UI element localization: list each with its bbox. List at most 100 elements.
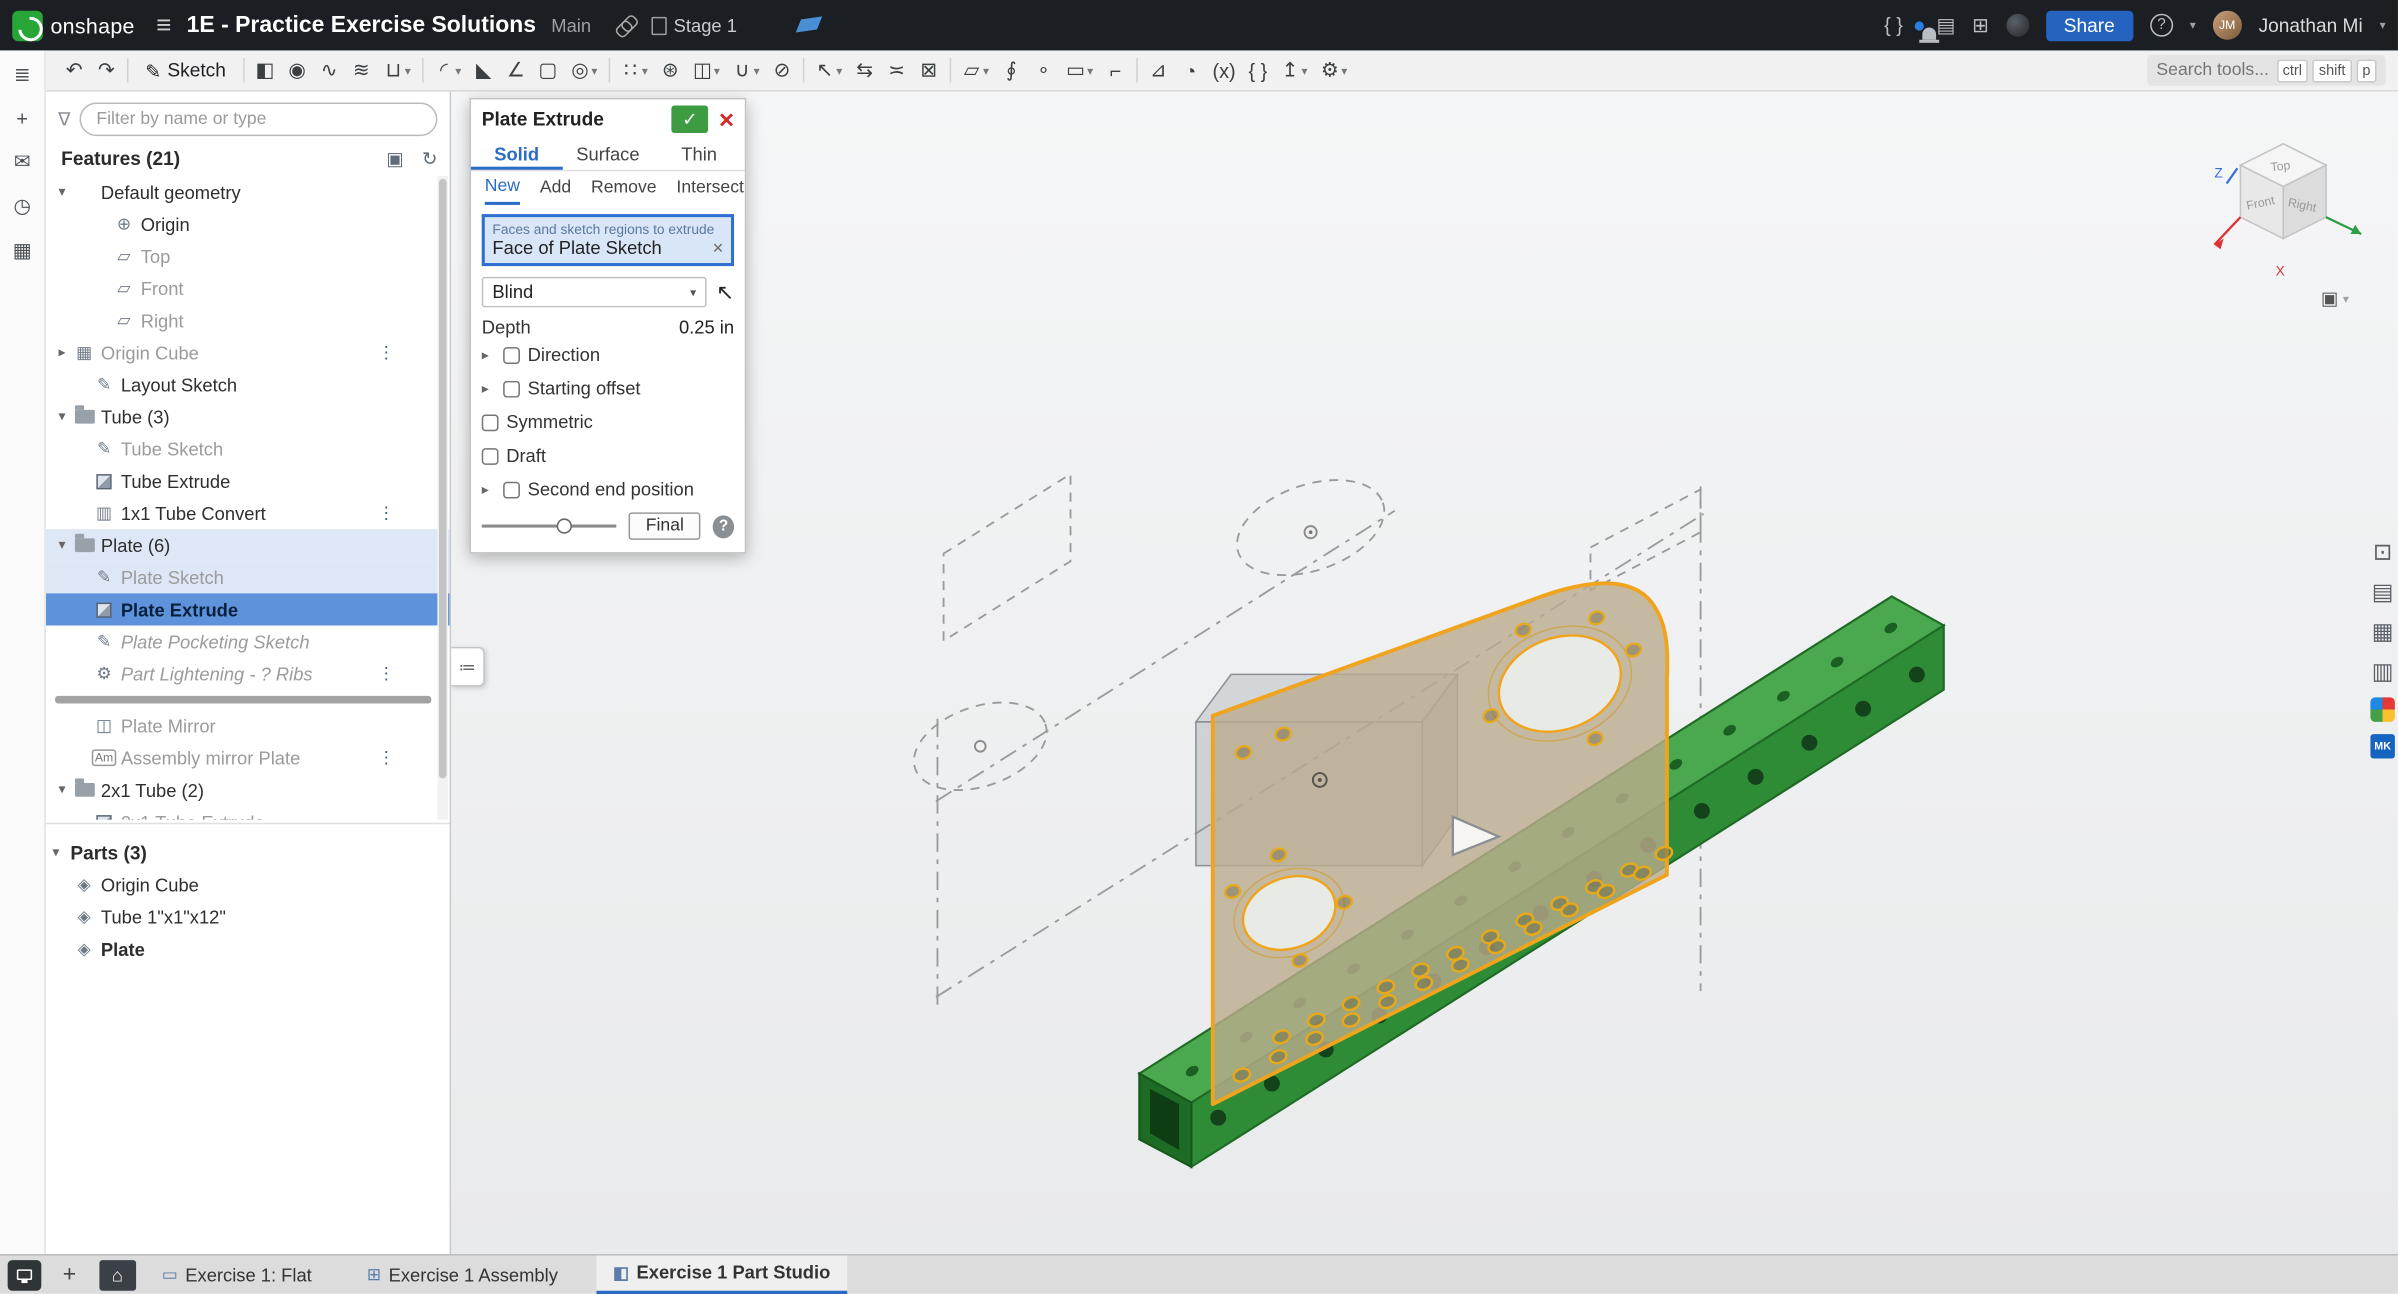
part-row[interactable]: ◈Plate <box>46 933 450 965</box>
rollback-slider[interactable] <box>482 515 617 536</box>
mkcad-icon[interactable]: MK <box>2370 734 2394 758</box>
tables-panel-icon[interactable]: ▦ <box>13 239 32 263</box>
feature-row[interactable]: ✎Plate Sketch <box>46 561 450 593</box>
add-tab-button[interactable]: + <box>49 1262 90 1288</box>
circular-pattern-button[interactable]: ⊛ <box>654 52 686 89</box>
symmetric-checkbox[interactable] <box>482 414 499 431</box>
end-condition-select[interactable]: Blind ▾ <box>482 277 707 308</box>
feature-row[interactable]: Plate Extrude <box>46 593 450 625</box>
loft-button[interactable]: ≋ <box>345 52 377 89</box>
chevron-down-icon[interactable]: ▾ <box>983 63 989 77</box>
assistant-icon[interactable] <box>2006 14 2029 37</box>
boolean-button[interactable]: ∪▾ <box>726 52 766 89</box>
feature-row[interactable]: ▾Default geometry <box>46 176 450 208</box>
delete-face-button[interactable]: ⊠ <box>913 52 945 89</box>
scope-tab-remove[interactable]: Remove <box>591 173 656 204</box>
dialog-titlebar[interactable]: Plate Extrude ✓ × <box>471 99 745 139</box>
featurescript-notification-icon[interactable]: { } <box>1884 14 1903 37</box>
search-tools-button[interactable]: Search tools... ctrlshiftp <box>2147 55 2385 86</box>
scope-tab-add[interactable]: Add <box>540 173 571 204</box>
scope-tab-intersect[interactable]: Intersect <box>676 173 743 204</box>
extrude-button[interactable]: ◧ <box>249 52 281 89</box>
mirror-button[interactable]: ◫▾ <box>686 52 726 89</box>
selection-field[interactable]: Faces and sketch regions to extrude Face… <box>482 214 734 266</box>
option-row-direction[interactable]: ▸Direction <box>471 338 745 372</box>
depth-input[interactable] <box>636 317 734 338</box>
feature-row[interactable]: Tube Extrude <box>46 465 450 497</box>
thicken-button[interactable]: ⊔▾ <box>377 52 417 89</box>
task-queue-icon[interactable]: ▤ <box>1937 13 1956 37</box>
mass-properties-button[interactable]: ◔ <box>1174 52 1206 89</box>
hamburger-menu-icon[interactable]: ≡ <box>156 10 171 41</box>
suppress-indicator-icon[interactable]: ⋮ <box>378 664 395 684</box>
part-row[interactable]: ◈Tube 1"x1"x12" <box>46 901 450 933</box>
version-name[interactable]: Stage 1 <box>674 15 737 36</box>
option-row-second-end-position[interactable]: ▸Second end position <box>471 473 745 507</box>
measure-button[interactable]: ⊿ <box>1142 52 1174 89</box>
slider-thumb[interactable] <box>557 518 572 533</box>
flange-button[interactable]: ⌐ <box>1099 52 1131 89</box>
feature-row[interactable]: ▸▦Origin Cube⋮ <box>46 336 450 368</box>
chevron-down-icon[interactable]: ▾ <box>52 408 72 425</box>
feature-row[interactable]: ▱Front <box>46 272 450 304</box>
feature-row[interactable]: ✎Layout Sketch <box>46 369 450 401</box>
suppress-indicator-icon[interactable]: ⋮ <box>378 343 395 363</box>
chevron-right-icon[interactable]: ▸ <box>482 481 496 498</box>
redo-button[interactable]: ↷ <box>90 52 122 89</box>
featurescript-button[interactable]: { } <box>1242 52 1274 89</box>
plate-part[interactable] <box>1213 583 1674 1104</box>
option-row-draft[interactable]: Draft <box>471 439 745 473</box>
offset-surface-button[interactable]: ≍ <box>881 52 913 89</box>
insert-panel-icon[interactable]: + <box>16 107 28 130</box>
confirm-button[interactable]: ✓ <box>671 106 708 134</box>
chevron-down-icon[interactable]: ▾ <box>1087 63 1093 77</box>
chevron-down-icon[interactable]: ▾ <box>52 184 72 201</box>
chevron-down-icon[interactable]: ▾ <box>754 63 760 77</box>
feature-row[interactable]: ⊕Origin <box>46 208 450 240</box>
shell-button[interactable]: ▢ <box>532 52 564 89</box>
feature-row[interactable]: ✎Plate Pocketing Sketch <box>46 625 450 657</box>
share-button[interactable]: Share <box>2045 10 2133 41</box>
chevron-down-icon[interactable]: ▾ <box>52 781 72 798</box>
tree-scrollbar[interactable] <box>437 176 448 820</box>
parts-header-row[interactable]: ▾ Parts (3) <box>46 837 450 869</box>
comments-panel-icon[interactable]: ✉ <box>14 150 31 174</box>
feature-row[interactable]: ▾2x1 Tube (2) <box>46 774 450 806</box>
feature-history-icon[interactable]: ↻ <box>422 148 437 169</box>
option-row-starting-offset[interactable]: ▸Starting offset <box>471 372 745 406</box>
chamfer-button[interactable]: ◣ <box>468 52 500 89</box>
help-chevron-down-icon[interactable]: ▾ <box>2190 18 2196 32</box>
direction-checkbox[interactable] <box>503 346 520 363</box>
feature-row[interactable]: ▱Top <box>46 240 450 272</box>
chevron-right-icon[interactable]: ▸ <box>482 380 496 397</box>
undo-button[interactable]: ↶ <box>58 52 90 89</box>
feature-row[interactable]: AmAssembly mirror Plate⋮ <box>46 742 450 774</box>
tab-thin[interactable]: Thin <box>654 139 745 170</box>
tab-exercise-1-part-studio[interactable]: ◧Exercise 1 Part Studio <box>596 1255 847 1294</box>
view-cube[interactable]: Top Front Right Z X <box>2187 101 2386 300</box>
chevron-down-icon[interactable]: ▾ <box>52 537 72 554</box>
dialog-help-icon[interactable]: ? <box>713 515 734 538</box>
feature-row[interactable]: 2x1 Tube Extrude <box>46 806 450 820</box>
chevron-down-icon[interactable]: ▾ <box>46 844 66 861</box>
help-center-button[interactable] <box>8 1259 42 1290</box>
draft-checkbox[interactable] <box>482 447 499 464</box>
tab-exercise-1-flat[interactable]: ▭Exercise 1: Flat <box>145 1255 329 1294</box>
tree-scrollbar-thumb[interactable] <box>439 179 447 778</box>
starting-offset-checkbox[interactable] <box>503 380 520 397</box>
feature-row[interactable]: ✎Tube Sketch <box>46 433 450 465</box>
custom-feature-button[interactable]: ⚙▾ <box>1314 52 1354 89</box>
chevron-down-icon[interactable]: ▾ <box>1301 63 1307 77</box>
view-options-button[interactable]: ▣ ▾ <box>2321 288 2349 309</box>
chevron-down-icon[interactable]: ▾ <box>405 63 411 77</box>
feature-tree-scroll[interactable]: ▾Default geometry⊕Origin▱Top▱Front▱Right… <box>46 176 450 820</box>
chevron-down-icon[interactable]: ▾ <box>591 63 597 77</box>
user-chevron-down-icon[interactable]: ▾ <box>2380 18 2386 32</box>
avatar[interactable]: JM <box>2213 11 2242 40</box>
hole-button[interactable]: ◎▾ <box>564 52 604 89</box>
revolve-button[interactable]: ◉ <box>281 52 313 89</box>
tab-surface[interactable]: Surface <box>562 139 653 170</box>
sheet-metal-button[interactable]: ▭▾ <box>1060 52 1100 89</box>
feature-row[interactable]: ▾Plate (6) <box>46 529 450 561</box>
apps-grid-icon[interactable]: ⊞ <box>1972 13 1989 37</box>
